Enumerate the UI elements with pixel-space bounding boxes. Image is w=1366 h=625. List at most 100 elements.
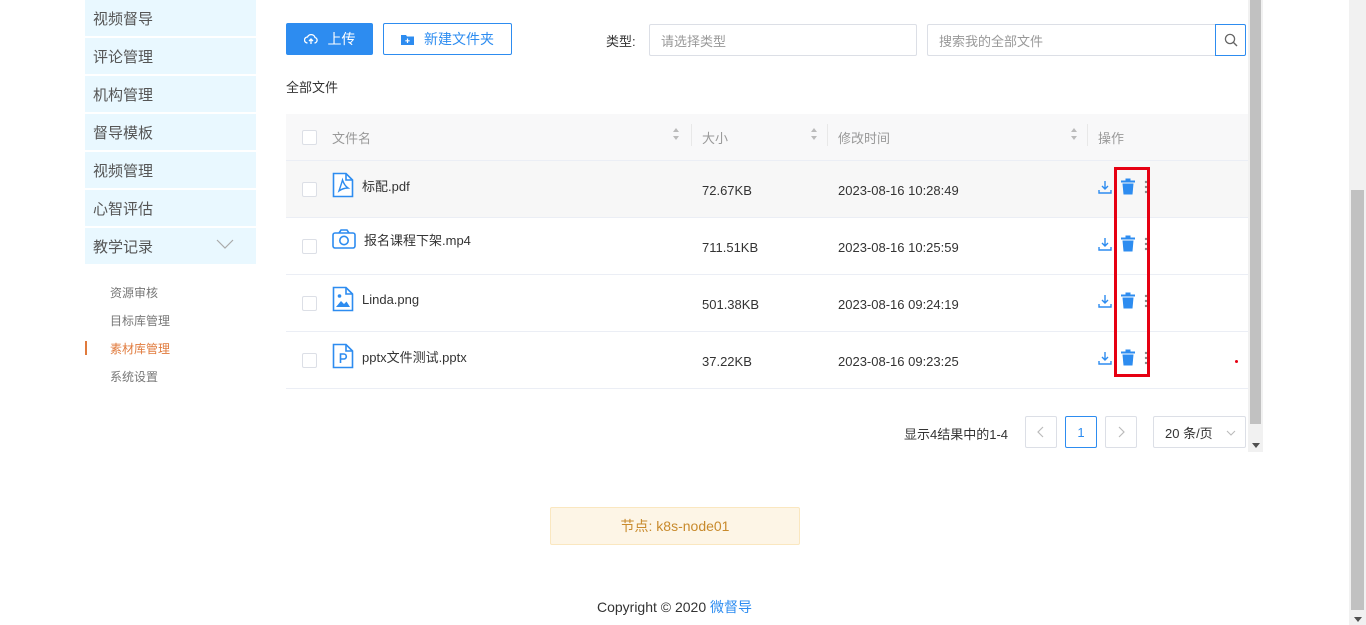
select-all-checkbox[interactable] [301, 129, 317, 145]
type-select[interactable]: 请选择类型 [649, 24, 917, 56]
sidebar-item-label: 评论管理 [93, 48, 154, 66]
file-time: 2023-08-16 09:24:19 [838, 296, 959, 312]
sidebar-item-label: 督导模板 [93, 124, 154, 142]
more-vertical-icon [1144, 351, 1148, 364]
file-time: 2023-08-16 10:25:59 [838, 239, 959, 255]
download-icon [1098, 351, 1112, 365]
row-checkbox[interactable] [301, 181, 317, 197]
file-time: 2023-08-16 09:23:25 [838, 353, 959, 369]
table-row[interactable]: Linda.png 501.38KB 2023-08-16 09:24:19 [286, 275, 1248, 332]
header-size[interactable]: 大小 [692, 123, 828, 147]
footer-copyright: Copyright © 2020 [596, 599, 711, 615]
table-row[interactable]: 标配.pdf 72.67KB 2023-08-16 10:28:49 [286, 161, 1248, 218]
download-button[interactable] [1098, 294, 1112, 308]
chevron-right-icon [1118, 426, 1125, 438]
search-button[interactable] [1215, 24, 1246, 56]
sidebar-subitem-resource-review[interactable]: 资源审核 [85, 278, 256, 306]
header-size-label: 大小 [702, 130, 729, 146]
more-vertical-icon [1144, 237, 1148, 250]
sidebar-item-organizations[interactable]: 机构管理 [85, 76, 256, 112]
more-button[interactable] [1144, 351, 1148, 365]
download-button[interactable] [1098, 180, 1112, 194]
camera-icon [332, 229, 356, 249]
delete-button[interactable] [1120, 292, 1136, 309]
type-filter-label: 类型: [606, 34, 636, 49]
sidebar-item-assessment[interactable]: 心智评估 [85, 190, 256, 226]
breadcrumb[interactable]: 全部文件 [286, 77, 338, 96]
caret-down-icon [1251, 442, 1260, 448]
file-name[interactable]: pptx文件测试.pptx [362, 347, 467, 366]
sidebar-subitem-system-settings[interactable]: 系统设置 [85, 362, 256, 390]
node-notice: 节点: k8s-node01 [550, 507, 800, 545]
sidebar-subitem-label: 素材库管理 [110, 341, 171, 356]
image-file-icon [332, 286, 354, 312]
table-row[interactable]: pptx文件测试.pptx 37.22KB 2023-08-16 09:23:2… [286, 332, 1248, 389]
download-button[interactable] [1098, 351, 1112, 365]
footer-brand-link[interactable]: 微督导 [710, 599, 752, 615]
chevron-left-icon [1037, 426, 1044, 438]
page-size-label: 20 条/页 [1165, 425, 1213, 441]
file-name[interactable]: Linda.png [362, 292, 419, 307]
page-number-button[interactable]: 1 [1065, 416, 1097, 448]
row-checkbox[interactable] [301, 238, 317, 254]
delete-button[interactable] [1120, 178, 1136, 195]
ppt-file-icon [332, 343, 354, 369]
chevron-down-icon [1226, 430, 1236, 436]
sort-icon [1071, 127, 1077, 140]
scroll-down-arrow[interactable] [1250, 440, 1261, 450]
sidebar-item-templates[interactable]: 督导模板 [85, 114, 256, 150]
pdf-file-icon [332, 172, 354, 198]
table-header: 文件名 大小 修改时间 操作 [286, 114, 1248, 161]
sidebar-item-teaching-records[interactable]: 教学记录 [85, 228, 256, 264]
more-button[interactable] [1144, 294, 1148, 308]
red-dot-marker [1235, 360, 1238, 363]
header-name-label: 文件名 [332, 130, 372, 146]
more-vertical-icon [1144, 294, 1148, 307]
sidebar-item-video-supervision[interactable]: 视频督导 [85, 0, 256, 36]
trash-icon [1121, 235, 1135, 252]
row-checkbox[interactable] [301, 295, 317, 311]
page-number-label: 1 [1077, 424, 1085, 440]
table-row[interactable]: 报名课程下架.mp4 711.51KB 2023-08-16 10:25:59 [286, 218, 1248, 275]
sidebar-submenu: 资源审核 目标库管理 素材库管理 系统设置 [85, 278, 256, 390]
download-icon [1098, 180, 1112, 194]
sidebar-item-video-management[interactable]: 视频管理 [85, 152, 256, 188]
page-size-select[interactable]: 20 条/页 [1153, 416, 1246, 448]
prev-page-button[interactable] [1025, 416, 1057, 448]
folder-add-icon [401, 34, 414, 45]
file-size: 37.22KB [702, 353, 752, 369]
footer: Copyright © 2020 微督导 [0, 597, 1349, 617]
new-folder-button[interactable]: 新建文件夹 [383, 23, 512, 55]
header-name[interactable]: 文件名 [332, 123, 692, 147]
search-input[interactable]: 搜索我的全部文件 [927, 24, 1216, 56]
sidebar-item-label: 视频督导 [93, 10, 154, 28]
download-icon [1098, 294, 1112, 308]
sidebar-item-comments[interactable]: 评论管理 [85, 38, 256, 74]
page-scrollbar-thumb[interactable] [1351, 190, 1364, 610]
download-button[interactable] [1098, 237, 1112, 251]
file-name[interactable]: 标配.pdf [362, 176, 410, 195]
header-op: 操作 [1088, 128, 1248, 147]
sidebar-item-label: 视频管理 [93, 162, 154, 180]
page-scroll-down-arrow[interactable] [1351, 614, 1364, 624]
delete-button[interactable] [1120, 235, 1136, 252]
upload-button-label: 上传 [327, 31, 356, 47]
next-page-button[interactable] [1105, 416, 1137, 448]
sidebar-subitem-material-library[interactable]: 素材库管理 [85, 334, 256, 362]
file-name[interactable]: 报名课程下架.mp4 [364, 230, 471, 249]
more-button[interactable] [1144, 237, 1148, 251]
cloud-upload-icon [303, 33, 318, 44]
header-time[interactable]: 修改时间 [828, 123, 1088, 147]
chevron-down-icon [216, 239, 234, 249]
sidebar-item-label: 机构管理 [93, 86, 154, 104]
search-placeholder: 搜索我的全部文件 [939, 33, 1044, 49]
more-button[interactable] [1144, 180, 1148, 194]
content-scrollbar-thumb[interactable] [1250, 0, 1261, 424]
sidebar: 视频督导 评论管理 机构管理 督导模板 视频管理 心智评估 教学记录 资源审核 … [85, 0, 256, 390]
upload-button[interactable]: 上传 [286, 23, 373, 55]
row-checkbox[interactable] [301, 352, 317, 368]
header-time-label: 修改时间 [838, 130, 891, 146]
file-size: 501.38KB [702, 296, 760, 312]
delete-button[interactable] [1120, 349, 1136, 366]
sidebar-subitem-goal-library[interactable]: 目标库管理 [85, 306, 256, 334]
